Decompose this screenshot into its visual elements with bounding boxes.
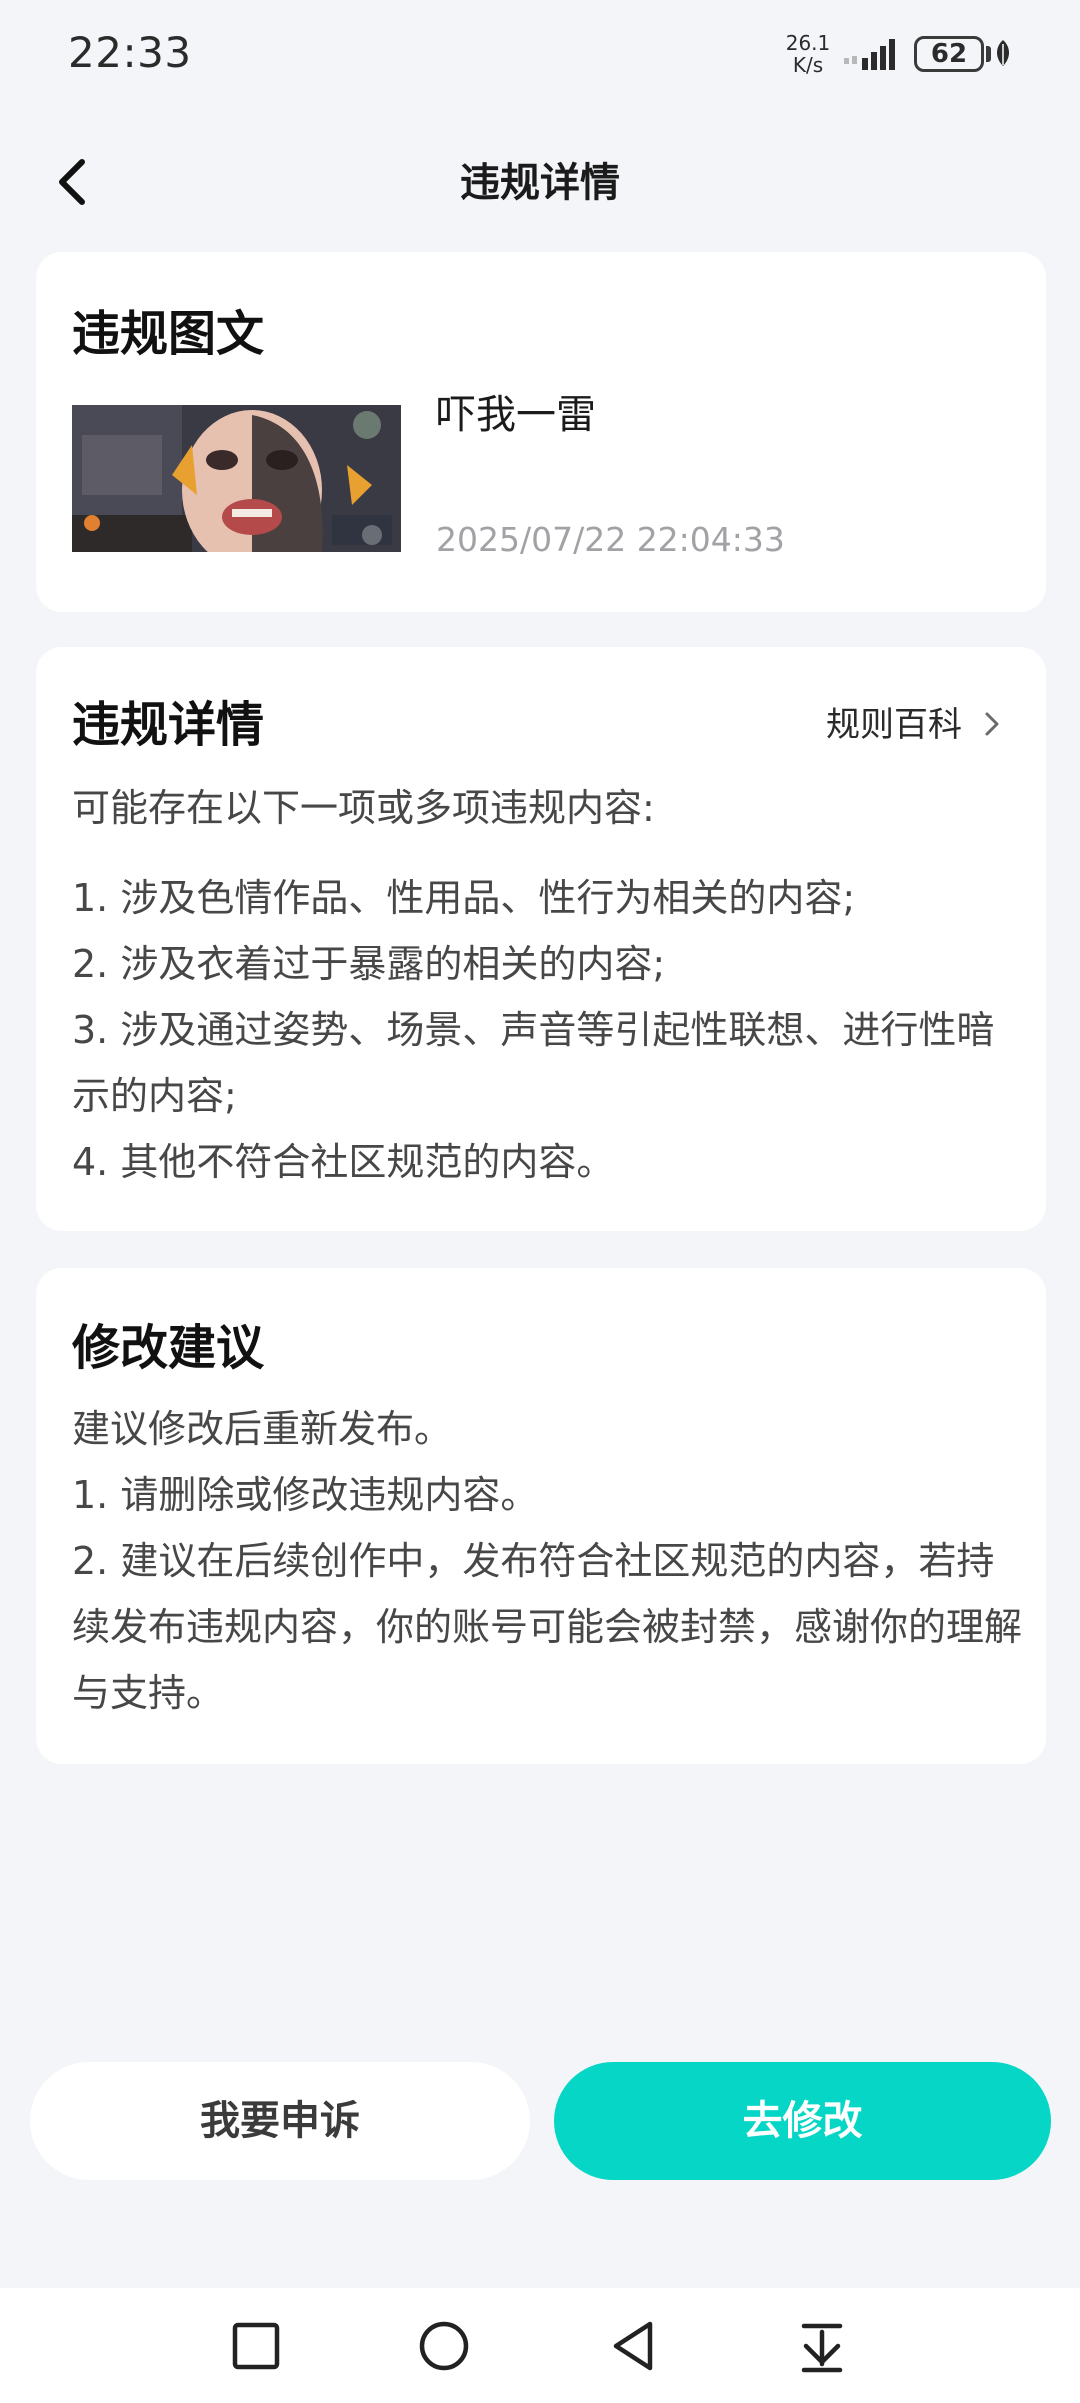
battery-tip — [986, 46, 991, 62]
suggestion-text: 建议修改后重新发布。 1. 请删除或修改违规内容。 2. 建议在后续创作中，发布… — [72, 1396, 1022, 1726]
detail-card-title: 违规详情 — [72, 697, 265, 753]
post-timestamp: 2025/07/22 22:04:33 — [436, 520, 785, 559]
post-thumbnail-image — [72, 405, 401, 552]
suggestion-card: 修改建议 建议修改后重新发布。 1. 请删除或修改违规内容。 2. 建议在后续创… — [36, 1268, 1046, 1764]
recent-apps-square-icon[interactable] — [226, 2316, 286, 2376]
status-bar: 22:33 26.1 K/s 62 — [0, 0, 1080, 110]
post-thumbnail[interactable] — [72, 405, 401, 552]
chevron-right-icon — [985, 712, 999, 736]
network-speed: 26.1 K/s — [780, 32, 836, 76]
signal-icon — [844, 39, 895, 70]
page-title: 违规详情 — [460, 160, 620, 206]
network-speed-unit: K/s — [792, 53, 824, 77]
violation-list: 1. 涉及色情作品、性用品、性行为相关的内容; 2. 涉及衣着过于暴露的相关的内… — [72, 865, 1022, 1195]
suggestion-line: 建议修改后重新发布。 — [72, 1407, 453, 1451]
system-navigation-bar — [0, 2288, 1080, 2403]
back-triangle-icon[interactable] — [604, 2316, 664, 2376]
rules-link-label: 规则百科 — [826, 705, 962, 745]
eco-leaf-icon — [997, 40, 1009, 66]
suggestion-card-title: 修改建议 — [72, 1320, 265, 1376]
status-time: 22:33 — [68, 28, 192, 77]
list-item: 3. 涉及通过姿势、场景、声音等引起性联想、进行性暗示的内容; — [72, 1008, 995, 1118]
back-button[interactable] — [44, 152, 104, 212]
post-card-title: 违规图文 — [72, 306, 265, 362]
list-item: 4. 其他不符合社区规范的内容。 — [72, 1140, 615, 1184]
list-item: 2. 涉及衣着过于暴露的相关的内容; — [72, 942, 666, 986]
notification-pull-down-icon[interactable] — [792, 2316, 852, 2376]
violating-post-card: 违规图文 吓我一雷 2025/07/22 22:04:33 — [36, 252, 1046, 612]
modify-button[interactable]: 去修改 — [554, 2062, 1051, 2180]
violation-detail-card: 违规详情 规则百科 可能存在以下一项或多项违规内容: 1. 涉及色情作品、性用品… — [36, 647, 1046, 1231]
suggestion-line: 2. 建议在后续创作中，发布符合社区规范的内容，若持续发布违规内容，你的账号可能… — [72, 1539, 1023, 1715]
suggestion-line: 1. 请删除或修改违规内容。 — [72, 1473, 539, 1517]
list-item: 1. 涉及色情作品、性用品、性行为相关的内容; — [72, 876, 856, 920]
rules-encyclopedia-link[interactable]: 规则百科 — [826, 697, 1004, 746]
appeal-button[interactable]: 我要申诉 — [30, 2062, 530, 2180]
chevron-left-icon — [59, 159, 85, 205]
post-caption: 吓我一雷 — [436, 392, 596, 438]
network-speed-value: 26.1 — [785, 31, 831, 55]
nav-header: 违规详情 — [0, 130, 1080, 230]
home-circle-icon[interactable] — [414, 2316, 474, 2376]
detail-intro: 可能存在以下一项或多项违规内容: — [72, 786, 655, 830]
battery-icon: 62 — [914, 36, 984, 72]
